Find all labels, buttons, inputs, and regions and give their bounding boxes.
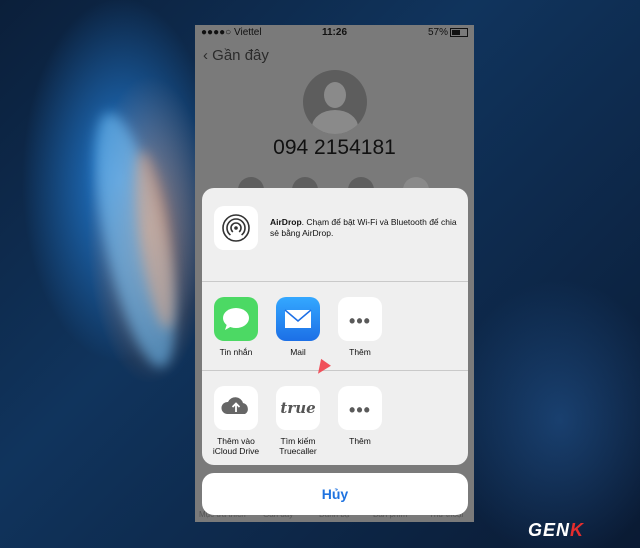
avatar-head [324, 82, 346, 108]
avatar-body [312, 110, 358, 134]
logo-text-k: K [570, 520, 585, 540]
icloud-drive-icon [214, 386, 258, 430]
back-label: Gần đây [212, 47, 269, 64]
status-bar: ●●●●○ Viettel 11:26 57% [195, 25, 474, 41]
contact-avatar [303, 70, 367, 134]
back-button[interactable]: ‹ Gần đây [203, 47, 269, 64]
truecaller-logo: true [280, 399, 316, 417]
share-more-apps-label: Thêm [349, 347, 371, 357]
share-icloud-drive[interactable]: Thêm vào iCloud Drive [206, 386, 266, 456]
share-truecaller-label: Tìm kiếm Truecaller [279, 436, 317, 456]
share-more-apps[interactable]: ••• Thêm [330, 297, 390, 357]
share-more-actions[interactable]: ••• Thêm [330, 386, 390, 446]
share-sheet: AirDrop. Chạm để bật Wi-Fi và Bluetooth … [202, 188, 468, 465]
mail-icon [276, 297, 320, 341]
share-more-actions-label: Thêm [349, 436, 371, 446]
cancel-button[interactable]: Hủy [202, 473, 468, 515]
battery-status: 57% [428, 27, 468, 38]
share-mail-label: Mail [290, 347, 306, 357]
battery-percent: 57% [427, 27, 448, 38]
battery-icon [450, 27, 468, 37]
airdrop-description: AirDrop. Chạm để bật Wi-Fi và Bluetooth … [270, 217, 460, 239]
airdrop-row[interactable]: AirDrop. Chạm để bật Wi-Fi và Bluetooth … [202, 188, 468, 282]
share-icloud-drive-label: Thêm vào iCloud Drive [212, 436, 260, 456]
genk-watermark-logo: GENK [528, 520, 584, 541]
logo-text-gen: GEN [528, 520, 571, 540]
more-icon: ••• [338, 297, 382, 341]
share-actions-row: Thêm vào iCloud Drive true Tìm kiếm True… [202, 371, 468, 459]
more-dots: ••• [349, 311, 371, 331]
airdrop-title: AirDrop [270, 217, 302, 227]
share-messages-label: Tin nhắn [219, 347, 253, 357]
share-messages[interactable]: Tin nhắn [206, 297, 266, 357]
airdrop-icon [214, 206, 258, 250]
truecaller-icon: true [276, 386, 320, 430]
share-mail[interactable]: Mail [268, 297, 328, 357]
messages-icon [214, 297, 258, 341]
share-apps-row: Tin nhắn Mail ••• Thêm [202, 282, 468, 371]
more-dots: ••• [349, 400, 371, 420]
more-icon: ••• [338, 386, 382, 430]
nebula-streak [78, 106, 192, 374]
share-truecaller[interactable]: true Tìm kiếm Truecaller [268, 386, 328, 456]
contact-number: 094 2154181 [273, 136, 396, 159]
